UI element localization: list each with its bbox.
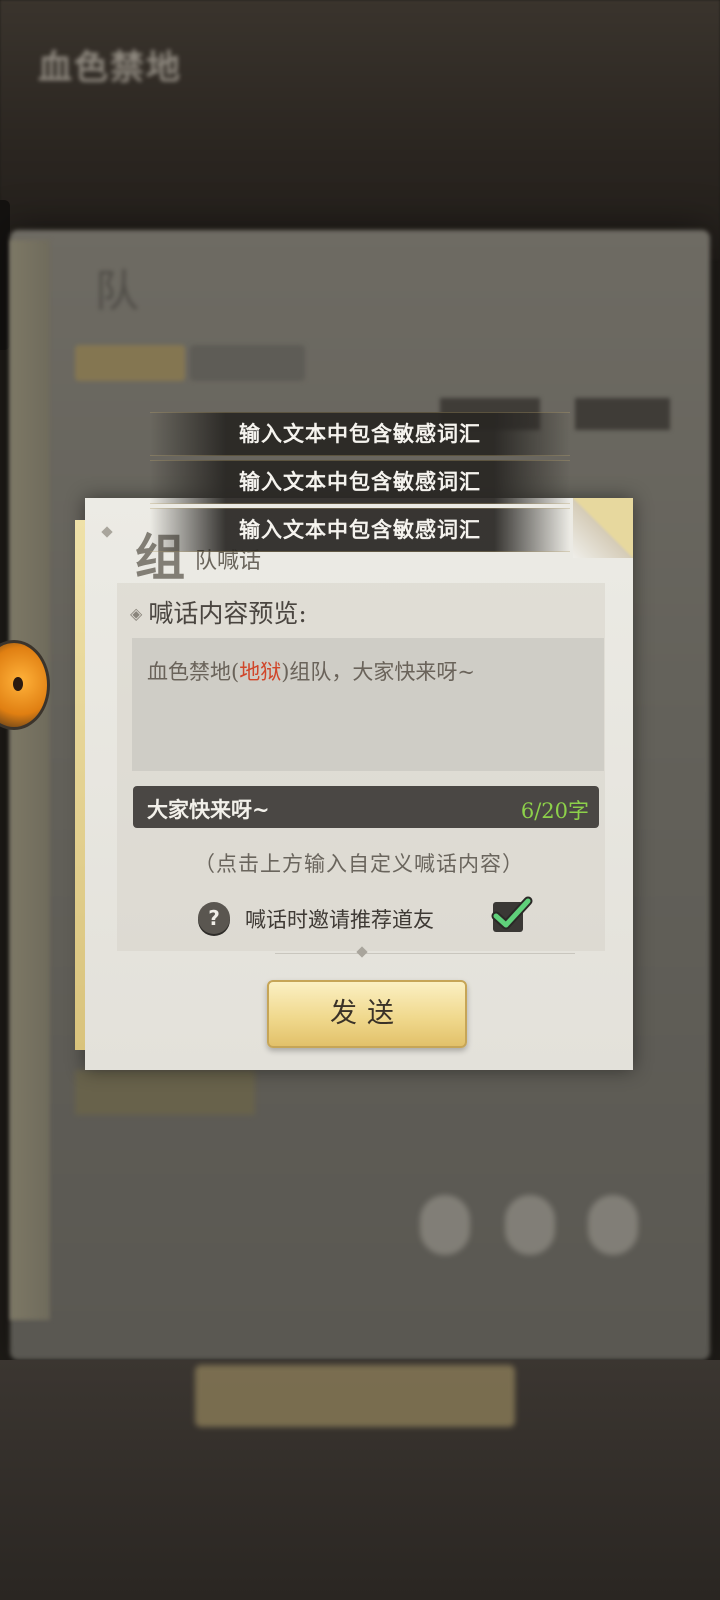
char-counter: 6/20字 — [520, 799, 589, 823]
preview-text: 血色禁地(地狱)组队，大家快来呀~ — [147, 660, 475, 684]
preview-label: ◈ 喊话内容预览: — [130, 599, 307, 628]
input-hint: （点击上方输入自定义喊话内容） — [194, 852, 524, 876]
background-strip — [75, 1070, 255, 1115]
page-corner-decoration — [573, 498, 633, 558]
background-avatar — [420, 1195, 470, 1255]
team-shout-dialog: 组 队喊话 ◈ 喊话内容预览: 血色禁地(地狱)组队，大家快来呀~ 大家快来呀~ … — [75, 498, 633, 1070]
background-avatar — [588, 1195, 638, 1255]
send-button-label: 发送 — [330, 998, 404, 1029]
toast-message: 输入文本中包含敏感词汇 — [150, 460, 570, 504]
background-button — [575, 398, 670, 430]
send-button[interactable]: 发送 — [267, 980, 467, 1048]
shout-input-value[interactable]: 大家快来呀~ — [147, 794, 270, 824]
background-book-spine — [10, 240, 50, 1320]
game-logo: 血色禁地 — [38, 48, 182, 88]
invite-label: 喊话时邀请推荐道友 — [245, 908, 434, 932]
background-tab — [190, 345, 305, 381]
background-title: 队 — [95, 266, 139, 317]
background-bottom-button — [195, 1365, 515, 1427]
diamond-bullet-icon — [101, 526, 113, 538]
toast-message: 输入文本中包含敏感词汇 — [150, 412, 570, 456]
background-avatar — [505, 1195, 555, 1255]
side-drawer-tab[interactable] — [0, 200, 10, 350]
divider — [275, 953, 575, 954]
diamond-icon: ◈ — [130, 604, 143, 623]
help-icon[interactable]: ? — [198, 902, 230, 934]
background-tab-active — [75, 345, 185, 381]
background-top — [0, 0, 720, 260]
checkmark-icon[interactable] — [488, 894, 534, 934]
preview-highlight: 地狱 — [239, 660, 282, 684]
toast-message: 输入文本中包含敏感词汇 — [150, 508, 570, 552]
